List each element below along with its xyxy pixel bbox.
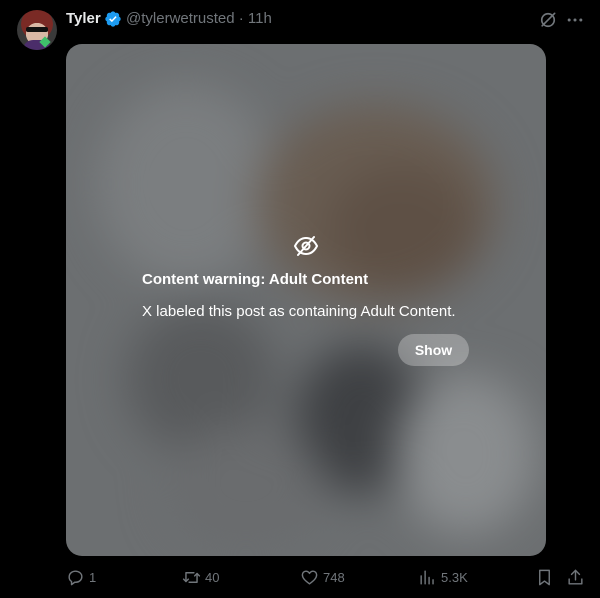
media-sensitive-content[interactable]: Content warning: Adult Content X labeled… (66, 44, 546, 556)
bookmark-button[interactable] (535, 567, 554, 587)
repost-icon (182, 571, 201, 583)
more-icon[interactable] (565, 10, 585, 30)
reply-count: 1 (89, 569, 97, 585)
like-count: 748 (323, 569, 345, 585)
like-button[interactable]: 748 (300, 567, 345, 587)
blurred-image (66, 44, 546, 556)
view-count: 5.3K (441, 569, 468, 585)
reply-icon (68, 569, 83, 585)
reply-button[interactable]: 1 (66, 567, 96, 587)
bookmark-icon (539, 569, 550, 585)
content-warning-text: X labeled this post as containing Adult … (142, 303, 456, 320)
eye-slash-icon (293, 236, 319, 256)
author-name[interactable]: Tyler (66, 10, 101, 28)
repost-button[interactable]: 40 (182, 567, 219, 587)
tweet[interactable]: Tyler @tylerwetrusted · 11h Content warn… (0, 0, 600, 598)
content-warning-title: Content warning: Adult Content (142, 271, 369, 288)
avatar-glasses (26, 27, 48, 32)
repost-count: 40 (205, 569, 220, 585)
avatar[interactable] (17, 10, 57, 50)
share-button[interactable] (566, 567, 585, 587)
show-content-button[interactable]: Show (398, 334, 469, 366)
views-icon (420, 569, 434, 585)
heart-icon (301, 569, 318, 585)
author-handle-time[interactable]: @tylerwetrusted · 11h (126, 10, 272, 28)
grok-icon[interactable] (538, 10, 558, 30)
verified-badge-icon[interactable] (104, 10, 122, 28)
share-icon (568, 569, 583, 585)
views-button[interactable]: 5.3K (418, 567, 468, 587)
